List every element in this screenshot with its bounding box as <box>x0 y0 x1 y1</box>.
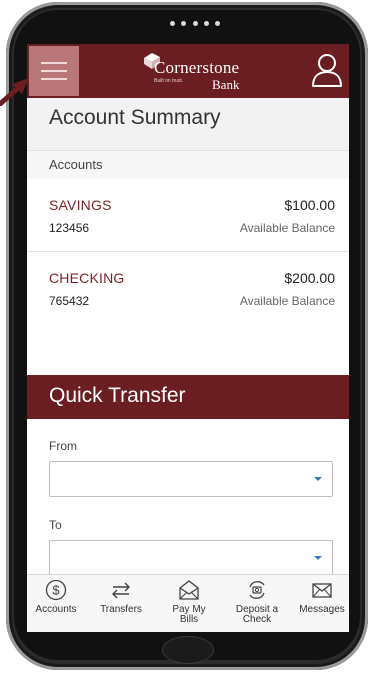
envelope-open-icon <box>179 580 199 600</box>
account-row-savings[interactable]: SAVINGS 123456 $100.00 Available Balance <box>27 179 349 252</box>
account-balance: $100.00 <box>284 197 335 213</box>
profile-button[interactable] <box>309 50 345 90</box>
account-name: SAVINGS <box>49 197 112 213</box>
tab-messages[interactable]: Messages <box>295 575 349 632</box>
user-icon <box>312 54 342 87</box>
tab-pay-my-bills[interactable]: Pay My Bills <box>161 575 217 632</box>
brand-tagline: Built on trust. <box>154 78 184 84</box>
brand-name: Cornerstone <box>154 58 240 77</box>
svg-text:$: $ <box>52 583 60 598</box>
tab-deposit-a-check[interactable]: Deposit a Check <box>225 575 289 632</box>
to-label: To <box>49 518 62 532</box>
bottom-tab-bar: $ Accounts Transfers Pay My Bills Deposi… <box>27 574 349 632</box>
balance-label: Available Balance <box>239 294 335 308</box>
account-balance: $200.00 <box>284 270 335 286</box>
to-select[interactable] <box>49 540 333 576</box>
hamburger-icon <box>41 62 67 64</box>
bank-logo: Cornerstone Built on trust. Bank <box>134 50 254 94</box>
pointer-arrow-icon <box>0 78 29 106</box>
from-label: From <box>49 439 77 453</box>
caret-down-icon <box>314 477 322 481</box>
from-select[interactable] <box>49 461 333 497</box>
quick-transfer-form: From To <box>27 419 349 576</box>
brand-sub: Bank <box>212 77 240 92</box>
dollar-circle-icon: $ <box>45 579 67 601</box>
app-screen: Cornerstone Built on trust. Bank Account… <box>27 44 349 632</box>
caret-down-icon <box>314 556 322 560</box>
page-title: Account Summary <box>49 106 221 129</box>
tab-accounts[interactable]: $ Accounts <box>27 575 85 632</box>
tab-transfers[interactable]: Transfers <box>89 575 153 632</box>
quick-transfer-header: Quick Transfer <box>27 375 349 419</box>
main-content: Account Summary Accounts SAVINGS 123456 … <box>27 98 349 576</box>
camera-cycle-icon <box>249 581 265 599</box>
account-row-checking[interactable]: CHECKING 765432 $200.00 Available Balanc… <box>27 252 349 325</box>
envelope-icon <box>312 583 332 598</box>
menu-button[interactable] <box>29 46 79 96</box>
account-number: 123456 <box>49 221 90 235</box>
phone-speaker <box>170 18 220 28</box>
home-button[interactable] <box>162 636 214 664</box>
balance-label: Available Balance <box>239 221 335 235</box>
accounts-section-header: Accounts <box>27 150 349 180</box>
app-header: Cornerstone Built on trust. Bank <box>27 44 349 98</box>
account-number: 765432 <box>49 294 90 308</box>
account-name: CHECKING <box>49 270 125 286</box>
swap-arrows-icon <box>112 582 130 599</box>
